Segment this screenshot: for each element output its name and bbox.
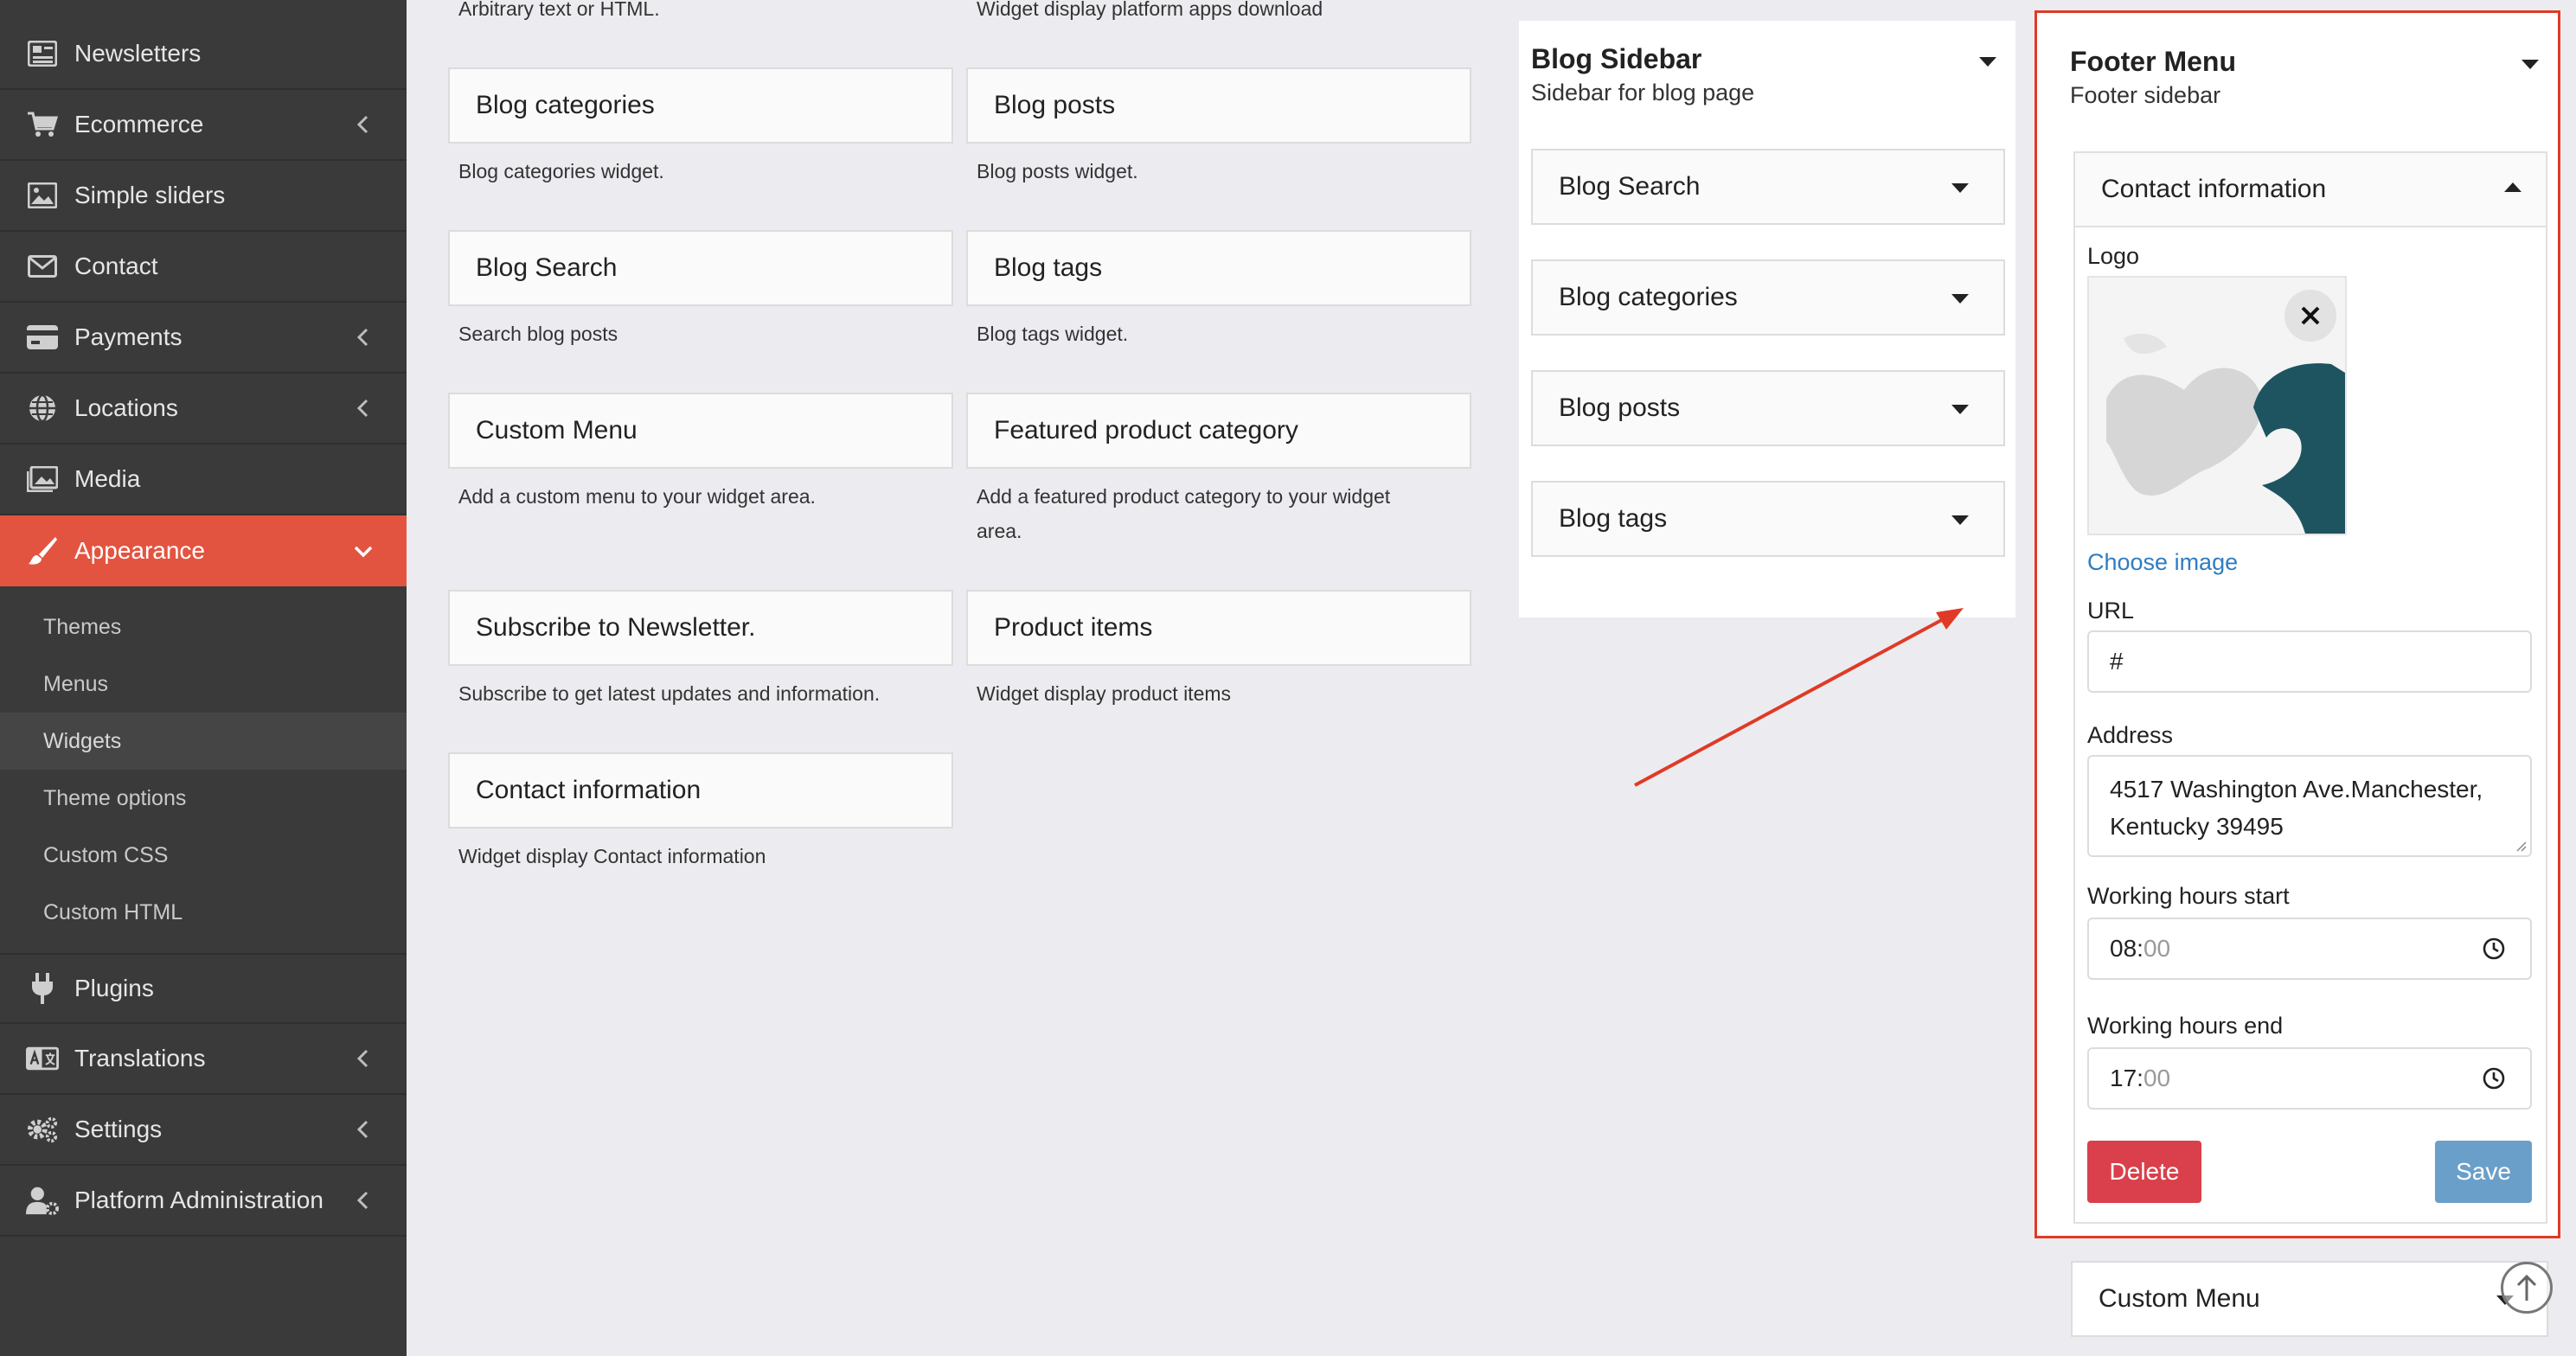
panel-title: Footer Menu — [2070, 46, 2236, 77]
caret-up-icon[interactable] — [2504, 182, 2522, 192]
save-button[interactable]: Save — [2435, 1141, 2532, 1203]
time-hours: 17 — [2110, 1065, 2137, 1091]
clock-icon[interactable] — [2482, 1066, 2506, 1091]
address-textarea[interactable]: 4517 Washington Ave.Manchester, Kentucky… — [2087, 755, 2532, 857]
time-minutes: 00 — [2143, 935, 2171, 962]
footer-widget-custom-menu[interactable]: Custom Menu — [2071, 1261, 2548, 1337]
hours-end-input[interactable]: 17:00 — [2087, 1047, 2532, 1110]
remove-logo-button[interactable] — [2284, 290, 2336, 342]
logo-label: Logo — [2087, 243, 2140, 269]
hours-end-label: Working hours end — [2087, 1013, 2284, 1039]
delete-button[interactable]: Delete — [2087, 1141, 2201, 1203]
time-minutes: 00 — [2143, 1065, 2171, 1091]
widget-header[interactable]: Contact information — [2075, 153, 2546, 227]
hours-start-input[interactable]: 08:00 — [2087, 918, 2532, 980]
hours-start-label: Working hours start — [2087, 883, 2290, 909]
arrow-up-icon — [2516, 1274, 2537, 1301]
time-hours: 08 — [2110, 935, 2137, 962]
choose-image-link[interactable]: Choose image — [2087, 549, 2238, 576]
clock-icon[interactable] — [2482, 937, 2506, 961]
widget-title: Contact information — [2101, 175, 2327, 203]
footer-menu-panel: Footer Menu Footer sidebar Contact infor… — [2035, 10, 2560, 1238]
address-label: Address — [2087, 722, 2174, 748]
widget-title: Custom Menu — [2099, 1284, 2260, 1313]
panel-subtitle: Footer sidebar — [2070, 82, 2221, 108]
address-line: Kentucky 39495 — [2110, 813, 2284, 840]
caret-down-icon[interactable] — [2522, 60, 2539, 69]
scroll-to-top-button[interactable] — [2501, 1262, 2553, 1314]
url-value: # — [2110, 648, 2124, 675]
close-icon — [2301, 306, 2320, 325]
resize-handle-icon[interactable] — [2515, 840, 2527, 852]
url-input[interactable]: # — [2087, 630, 2532, 693]
url-label: URL — [2087, 598, 2135, 624]
address-line: 4517 Washington Ave.Manchester, — [2110, 776, 2483, 803]
contact-information-widget: Contact information Logo Choose image UR… — [2073, 151, 2547, 1224]
